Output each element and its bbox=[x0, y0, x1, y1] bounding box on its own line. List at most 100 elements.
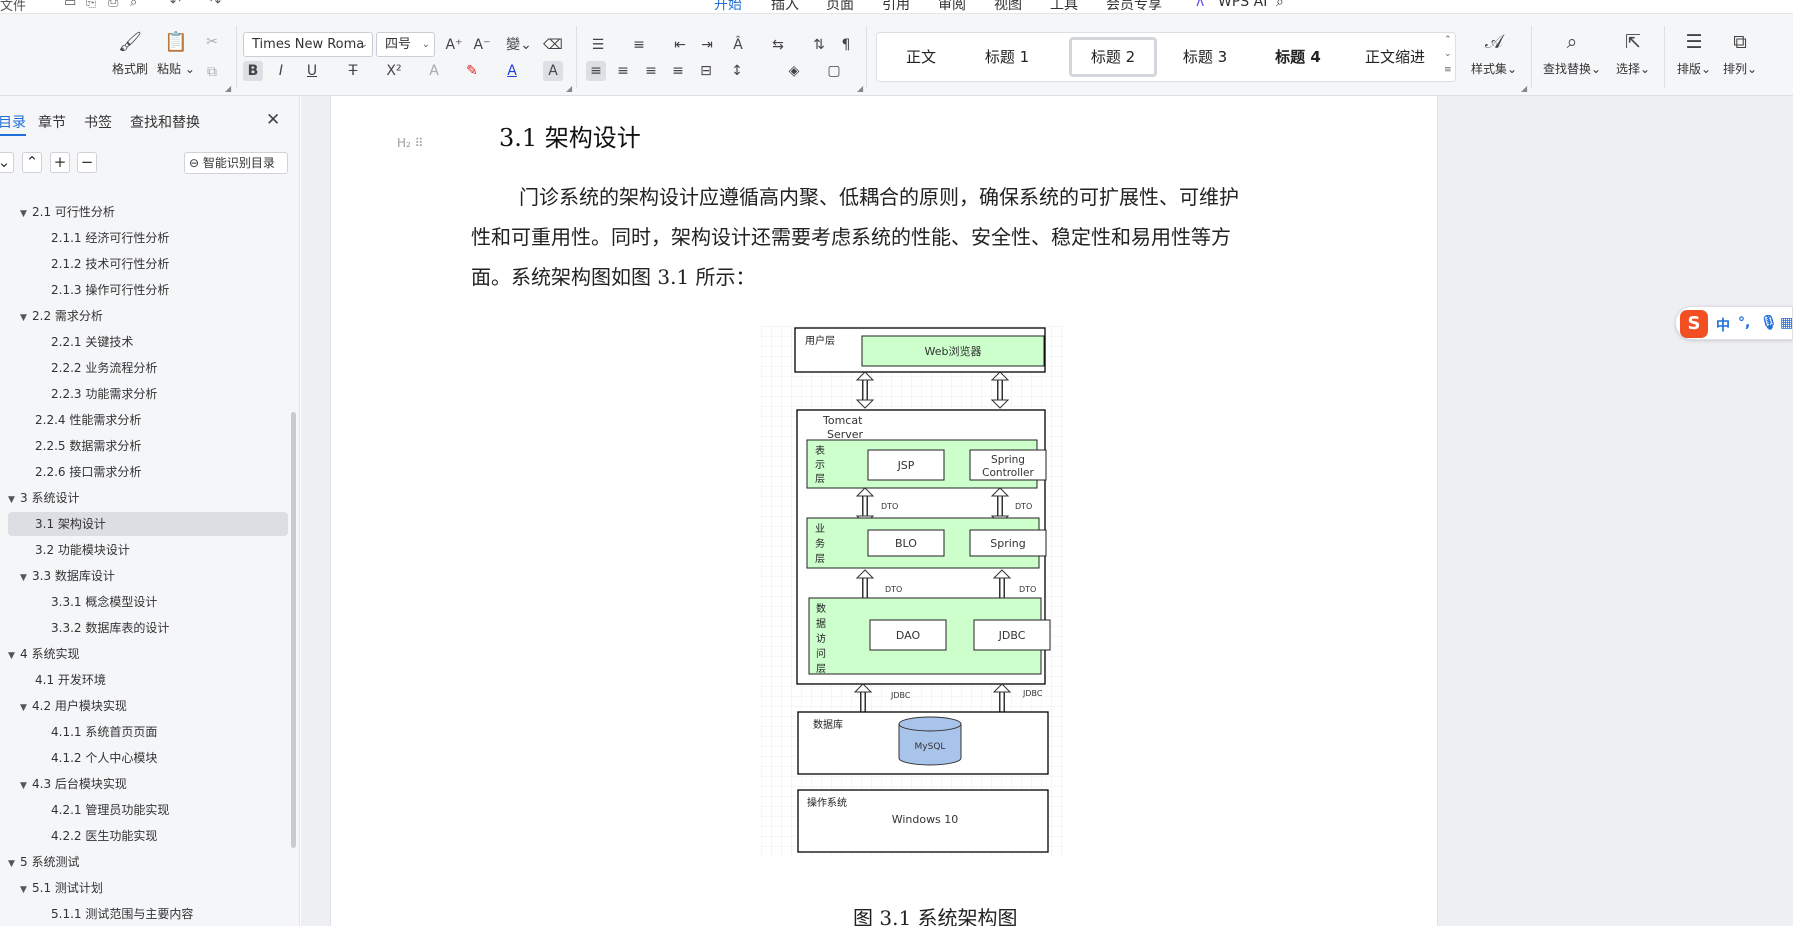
paragraph-expand-icon[interactable]: ◢ bbox=[857, 84, 863, 93]
tab-home[interactable]: 开始 bbox=[714, 0, 742, 13]
cut-icon[interactable]: ✂ bbox=[202, 32, 222, 52]
align-left-icon[interactable]: ≡ bbox=[586, 61, 606, 81]
find-replace-button[interactable]: ⌕ 查找替换⌄ bbox=[1540, 30, 1604, 77]
style-heading-3[interactable]: 标题 3 bbox=[1165, 37, 1245, 77]
toc-item[interactable]: ▼ 4.2 用户模块实现 bbox=[8, 694, 288, 718]
toc-item[interactable]: 2.1.1 经济可行性分析 bbox=[8, 226, 288, 250]
text-effect-icon[interactable]: A bbox=[424, 61, 444, 81]
superscript-icon[interactable]: X² bbox=[384, 61, 404, 81]
decrease-indent-icon[interactable]: ⇤ bbox=[670, 35, 690, 55]
gallery-up-icon[interactable]: ⌃ bbox=[1444, 35, 1452, 45]
borders-icon[interactable]: ▢ bbox=[824, 61, 844, 81]
sogou-logo-icon[interactable]: S bbox=[1680, 310, 1708, 338]
print-preview-icon[interactable]: ⌕ bbox=[130, 0, 137, 10]
share-icon[interactable]: ⎘ bbox=[86, 0, 96, 10]
toc-item[interactable]: ▼ 4.3 后台模块实现 bbox=[8, 772, 288, 796]
collapse-level-button[interactable]: ⌄ bbox=[0, 152, 14, 173]
print-icon[interactable]: ⎙ bbox=[108, 0, 118, 10]
text-direction-icon[interactable]: ⇆ bbox=[768, 35, 788, 55]
heading-level-marker[interactable]: H₂ ⠿ bbox=[397, 136, 423, 150]
search-icon[interactable]: ⌕ bbox=[1276, 0, 1284, 10]
shading-icon[interactable]: ◈ bbox=[784, 61, 804, 81]
toc-item[interactable]: 2.2.6 接口需求分析 bbox=[8, 460, 288, 484]
highlight-color-icon[interactable]: ✎ bbox=[462, 61, 482, 81]
toc-item-active[interactable]: 3.1 架构设计 bbox=[8, 512, 288, 536]
toc-item[interactable]: 3.2 功能模块设计 bbox=[8, 538, 288, 562]
tab-references[interactable]: 引用 bbox=[882, 0, 910, 13]
wps-ai-icon[interactable]: ᴧ bbox=[1196, 0, 1204, 10]
select-button[interactable]: ⇱ 选择⌄ bbox=[1608, 30, 1658, 77]
style-set-button[interactable]: 𝒜 样式集⌄ bbox=[1468, 30, 1520, 77]
increase-indent-icon[interactable]: ⇥ bbox=[697, 35, 717, 55]
toc-item[interactable]: 3.3.2 数据库表的设计 bbox=[8, 616, 288, 640]
microphone-icon[interactable]: 🎙 bbox=[1760, 315, 1778, 331]
toc-item[interactable]: ▼ 2.2 需求分析 bbox=[8, 304, 288, 328]
punctuation-icon[interactable]: °, bbox=[1738, 315, 1750, 331]
toc-item[interactable]: ▼ 5 系统测试 bbox=[8, 850, 288, 874]
toc-item[interactable]: 2.2.5 数据需求分析 bbox=[8, 434, 288, 458]
tab-view[interactable]: 视图 bbox=[994, 0, 1022, 13]
paste-button[interactable]: 📋 粘贴 ⌄ bbox=[152, 30, 200, 77]
char-shading-icon[interactable]: A bbox=[543, 61, 563, 81]
style-heading-1[interactable]: 标题 1 bbox=[967, 37, 1047, 77]
tab-review[interactable]: 审阅 bbox=[938, 0, 966, 13]
tab-member[interactable]: 会员专享 bbox=[1106, 0, 1162, 13]
underline-icon[interactable]: U bbox=[302, 61, 322, 81]
toc-item[interactable]: 5.1.1 测试范围与主要内容 bbox=[8, 902, 288, 926]
nav-tab-find-replace[interactable]: 查找和替换 bbox=[130, 112, 200, 132]
smart-toc-button[interactable]: ⊖ 智能识别目录 bbox=[184, 152, 288, 174]
arrange-button[interactable]: ⧉ 排列⌄ bbox=[1718, 30, 1762, 77]
font-color-icon[interactable]: A bbox=[502, 61, 522, 81]
toc-item[interactable]: 4.2.2 医生功能实现 bbox=[8, 824, 288, 848]
style-normal[interactable]: 正文 bbox=[887, 37, 955, 77]
close-icon[interactable]: ✕ bbox=[266, 110, 280, 130]
toc-item[interactable]: 2.2.1 关键技术 bbox=[8, 330, 288, 354]
toc-item[interactable]: ▼ 3.3 数据库设计 bbox=[8, 564, 288, 588]
gallery-down-icon[interactable]: ⌄ bbox=[1444, 49, 1452, 59]
remove-heading-button[interactable]: − bbox=[77, 152, 97, 173]
ime-mode-toggle[interactable]: 中 bbox=[1716, 315, 1730, 335]
toc-item[interactable]: 3.3.1 概念模型设计 bbox=[8, 590, 288, 614]
nav-tab-bookmarks[interactable]: 书签 bbox=[84, 112, 112, 132]
tab-insert[interactable]: 插入 bbox=[771, 0, 799, 13]
toc-item[interactable]: 2.2.3 功能需求分析 bbox=[8, 382, 288, 406]
style-body-indent[interactable]: 正文缩进 bbox=[1349, 37, 1441, 77]
bullet-list-icon[interactable]: ☰ bbox=[588, 35, 608, 55]
phonetic-guide-icon[interactable]: 變⌄ bbox=[504, 35, 534, 55]
font-expand-icon[interactable]: ◢ bbox=[566, 84, 572, 93]
file-menu[interactable]: 文件 bbox=[0, 0, 26, 13]
toc-item[interactable]: 4.1.2 个人中心模块 bbox=[8, 746, 288, 770]
wps-ai-tab[interactable]: WPS AI bbox=[1218, 0, 1267, 10]
undo-icon[interactable]: ↶ bbox=[170, 0, 181, 10]
toc-item[interactable]: ▼ 3 系统设计 bbox=[8, 486, 288, 510]
nav-tab-chapters[interactable]: 章节 bbox=[38, 112, 66, 132]
ime-menu-icon[interactable]: ▦ bbox=[1780, 315, 1793, 331]
toc-item[interactable]: 2.2.2 业务流程分析 bbox=[8, 356, 288, 380]
tab-tools[interactable]: 工具 bbox=[1050, 0, 1078, 13]
toc-item[interactable]: 4.1 开发环境 bbox=[8, 668, 288, 692]
styles-expand-icon[interactable]: ◢ bbox=[1521, 84, 1527, 93]
nav-scrollbar[interactable] bbox=[291, 412, 296, 848]
strikethrough-icon[interactable]: Ŧ bbox=[343, 61, 363, 81]
format-painter-button[interactable]: 🖌 格式刷 bbox=[106, 30, 154, 77]
toc-item[interactable]: 4.2.1 管理员功能实现 bbox=[8, 798, 288, 822]
clipboard-expand-icon[interactable]: ◢ bbox=[225, 84, 231, 93]
ime-toolbar[interactable]: S 中 °, 🎙 ▦ bbox=[1675, 306, 1793, 340]
numbered-list-icon[interactable]: ≡ bbox=[629, 35, 649, 55]
add-heading-button[interactable]: + bbox=[50, 152, 70, 173]
toc-item[interactable]: ▼ 5.1 测试计划 bbox=[8, 876, 288, 900]
line-spacing-icon[interactable]: ↕ bbox=[727, 61, 747, 81]
clear-format-icon[interactable]: ⌫ bbox=[543, 35, 563, 55]
align-right-icon[interactable]: ≡ bbox=[641, 61, 661, 81]
toc-item[interactable]: 2.1.2 技术可行性分析 bbox=[8, 252, 288, 276]
gallery-more-icon[interactable]: ≡ bbox=[1444, 65, 1452, 75]
nav-tab-toc[interactable]: 目录 bbox=[0, 112, 26, 136]
save-icon[interactable]: ▭ bbox=[64, 0, 76, 10]
toc-item[interactable]: 2.2.4 性能需求分析 bbox=[8, 408, 288, 432]
style-heading-4[interactable]: 标题 4 bbox=[1253, 37, 1343, 77]
toc-item[interactable]: 4.1.1 系统首页页面 bbox=[8, 720, 288, 744]
copy-icon[interactable]: ⧉ bbox=[202, 62, 222, 82]
layout-button[interactable]: ☰ 排版⌄ bbox=[1672, 30, 1716, 77]
expand-level-button[interactable]: ⌃ bbox=[22, 152, 42, 173]
font-name-select[interactable]: Times New Roma ⌄ bbox=[243, 32, 373, 57]
